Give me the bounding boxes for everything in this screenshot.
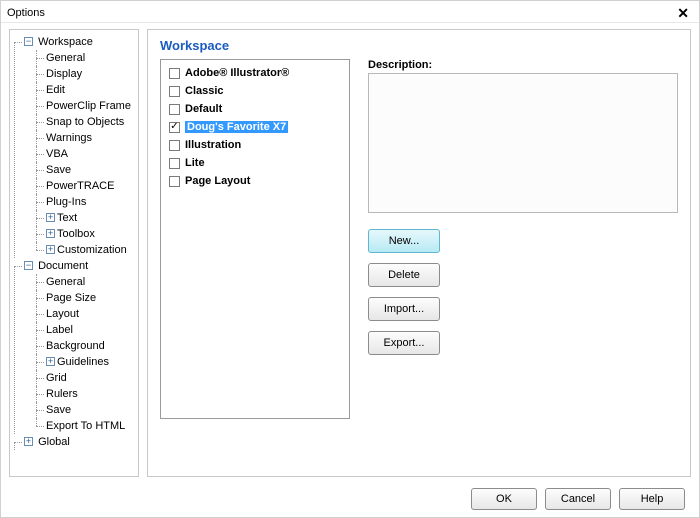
workspace-checkbox[interactable] — [169, 68, 180, 79]
tree-item[interactable]: Label — [46, 324, 73, 336]
workspace-label: Default — [185, 103, 222, 115]
tree-item[interactable]: Text — [57, 212, 77, 224]
titlebar: Options ✕ — [1, 1, 699, 23]
expand-icon[interactable]: + — [46, 357, 55, 366]
tree-item[interactable]: PowerTRACE — [46, 180, 114, 192]
tree-item[interactable]: Snap to Objects — [46, 116, 124, 128]
workspace-checkbox[interactable] — [169, 140, 180, 151]
panel-heading: Workspace — [160, 38, 678, 53]
tree-item[interactable]: Grid — [46, 372, 67, 384]
workspace-checkbox[interactable] — [169, 158, 180, 169]
tree-node-workspace[interactable]: Workspace — [38, 36, 93, 48]
collapse-icon[interactable]: − — [24, 37, 33, 46]
workspace-label: Adobe® Illustrator® — [185, 67, 289, 79]
workspace-panel: Workspace Adobe® Illustrator® Classic Defa… — [147, 29, 691, 477]
tree-item[interactable]: Display — [46, 68, 82, 80]
window-title: Options — [7, 7, 45, 19]
workspace-item[interactable]: Doug's Favorite X7 — [167, 118, 343, 136]
ok-button[interactable]: OK — [471, 488, 537, 510]
tree-item[interactable]: Save — [46, 404, 71, 416]
new-button[interactable]: New... — [368, 229, 440, 253]
tree-node-global[interactable]: Global — [38, 436, 70, 448]
workspace-label: Doug's Favorite X7 — [185, 121, 288, 133]
cancel-button[interactable]: Cancel — [545, 488, 611, 510]
tree-item[interactable]: Warnings — [46, 132, 92, 144]
collapse-icon[interactable]: − — [24, 261, 33, 270]
workspace-item[interactable]: Illustration — [167, 136, 343, 154]
tree-item[interactable]: Page Size — [46, 292, 96, 304]
workspace-label: Classic — [185, 85, 224, 97]
dialog-body: − Workspace General Display Edit PowerCl… — [1, 23, 699, 481]
expand-icon[interactable]: + — [46, 229, 55, 238]
workspace-item[interactable]: Page Layout — [167, 172, 343, 190]
expand-icon[interactable]: + — [24, 437, 33, 446]
tree-item[interactable]: Plug-Ins — [46, 196, 86, 208]
tree-item[interactable]: Edit — [46, 84, 65, 96]
workspace-label: Page Layout — [185, 175, 250, 187]
description-box — [368, 73, 678, 213]
import-button[interactable]: Import... — [368, 297, 440, 321]
options-dialog: Options ✕ − Workspace General Display Ed… — [0, 0, 700, 518]
tree-item[interactable]: General — [46, 276, 85, 288]
tree-item[interactable]: Toolbox — [57, 228, 95, 240]
expand-icon[interactable]: + — [46, 245, 55, 254]
tree-item[interactable]: General — [46, 52, 85, 64]
tree-item[interactable]: Export To HTML — [46, 420, 125, 432]
tree-item[interactable]: VBA — [46, 148, 68, 160]
workspace-list[interactable]: Adobe® Illustrator® Classic Default Doug's … — [160, 59, 350, 419]
tree-item[interactable]: Layout — [46, 308, 79, 320]
tree-item[interactable]: Customization — [57, 244, 127, 256]
tree-item[interactable]: PowerClip Frame — [46, 100, 131, 112]
tree-node-document[interactable]: Document — [38, 260, 88, 272]
close-icon[interactable]: ✕ — [673, 6, 693, 20]
description-label: Description: — [368, 59, 678, 71]
workspace-item[interactable]: Adobe® Illustrator® — [167, 64, 343, 82]
tree-item[interactable]: Rulers — [46, 388, 78, 400]
expand-icon[interactable]: + — [46, 213, 55, 222]
workspace-checkbox[interactable] — [169, 86, 180, 97]
category-tree[interactable]: − Workspace General Display Edit PowerCl… — [9, 29, 139, 477]
workspace-checkbox[interactable] — [169, 176, 180, 187]
delete-button[interactable]: Delete — [368, 263, 440, 287]
workspace-item[interactable]: Classic — [167, 82, 343, 100]
export-button[interactable]: Export... — [368, 331, 440, 355]
tree-item[interactable]: Save — [46, 164, 71, 176]
workspace-checkbox[interactable] — [169, 104, 180, 115]
workspace-label: Illustration — [185, 139, 241, 151]
tree-item[interactable]: Background — [46, 340, 105, 352]
help-button[interactable]: Help — [619, 488, 685, 510]
dialog-footer: OK Cancel Help — [1, 481, 699, 517]
workspace-item[interactable]: Lite — [167, 154, 343, 172]
workspace-label: Lite — [185, 157, 205, 169]
workspace-item[interactable]: Default — [167, 100, 343, 118]
tree-item[interactable]: Guidelines — [57, 356, 109, 368]
workspace-checkbox[interactable] — [169, 122, 180, 133]
